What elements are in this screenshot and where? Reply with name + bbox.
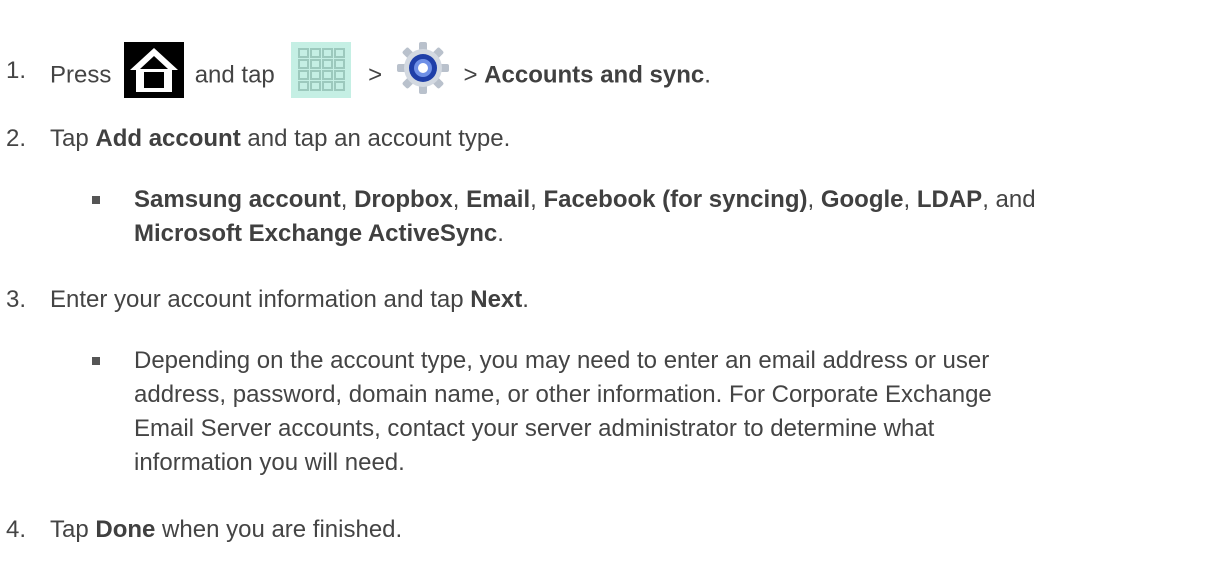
account-types-end: . [497,220,504,247]
step-2-bold: Add account [95,125,241,152]
settings-gear-icon [395,40,451,96]
account-type-samsung: Samsung account [134,186,341,213]
step-3-end: . [522,286,529,313]
step-1-target: Accounts and sync [484,61,705,89]
note-text: Depending on the account type, you may n… [134,344,1209,480]
step-2-text: Tap Add account and tap an account type. [50,122,510,156]
note-line-2: address, password, domain name, or other… [134,381,992,408]
step-1-text: Press and tap > > Accounts and sync. [50,42,711,98]
step-3-bold: Next [470,286,523,313]
account-type-google: Google [820,186,904,213]
step-3-text: Enter your account information and tap N… [50,283,529,317]
account-type-ldap: LDAP [916,186,983,213]
step-2-number: 2. [6,125,27,152]
account-types-bullet [92,196,100,204]
account-types-and: and [995,186,1036,213]
step-4-rest: when you are finished. [162,516,403,543]
account-type-email: Email [466,186,531,213]
step-3-body: Enter your account information and tap [50,286,464,313]
step-1-separator-2: > [463,61,478,89]
home-icon [124,42,185,98]
note-bullet [92,357,100,365]
step-1-press: Press [50,61,112,89]
step-4-bold: Done [95,516,156,543]
step-4-number: 4. [6,516,27,543]
apps-grid-icon [291,42,352,98]
note-line-4: information you will need. [134,449,405,476]
step-4-tap: Tap [50,516,89,543]
step-4-text: Tap Done when you are finished. [50,513,402,547]
account-type-dropbox: Dropbox [354,186,453,213]
note-line-1: Depending on the account type, you may n… [134,347,990,374]
step-1-number: 1. [6,57,27,84]
step-2-rest: and tap an account type. [247,125,511,152]
account-type-exchange: Microsoft Exchange ActiveSync [134,220,498,247]
step-3-number: 3. [6,286,27,313]
note-line-3: Email Server accounts, contact your serv… [134,415,935,442]
step-2-tap: Tap [50,125,89,152]
account-types-text: Samsung account, Dropbox, Email, Faceboo… [134,186,1036,247]
account-type-facebook: Facebook (for syncing) [543,186,808,213]
step-1-separator-1: > [368,61,383,89]
step-1-end: . [704,61,711,89]
step-1-and-tap: and tap [194,61,275,89]
